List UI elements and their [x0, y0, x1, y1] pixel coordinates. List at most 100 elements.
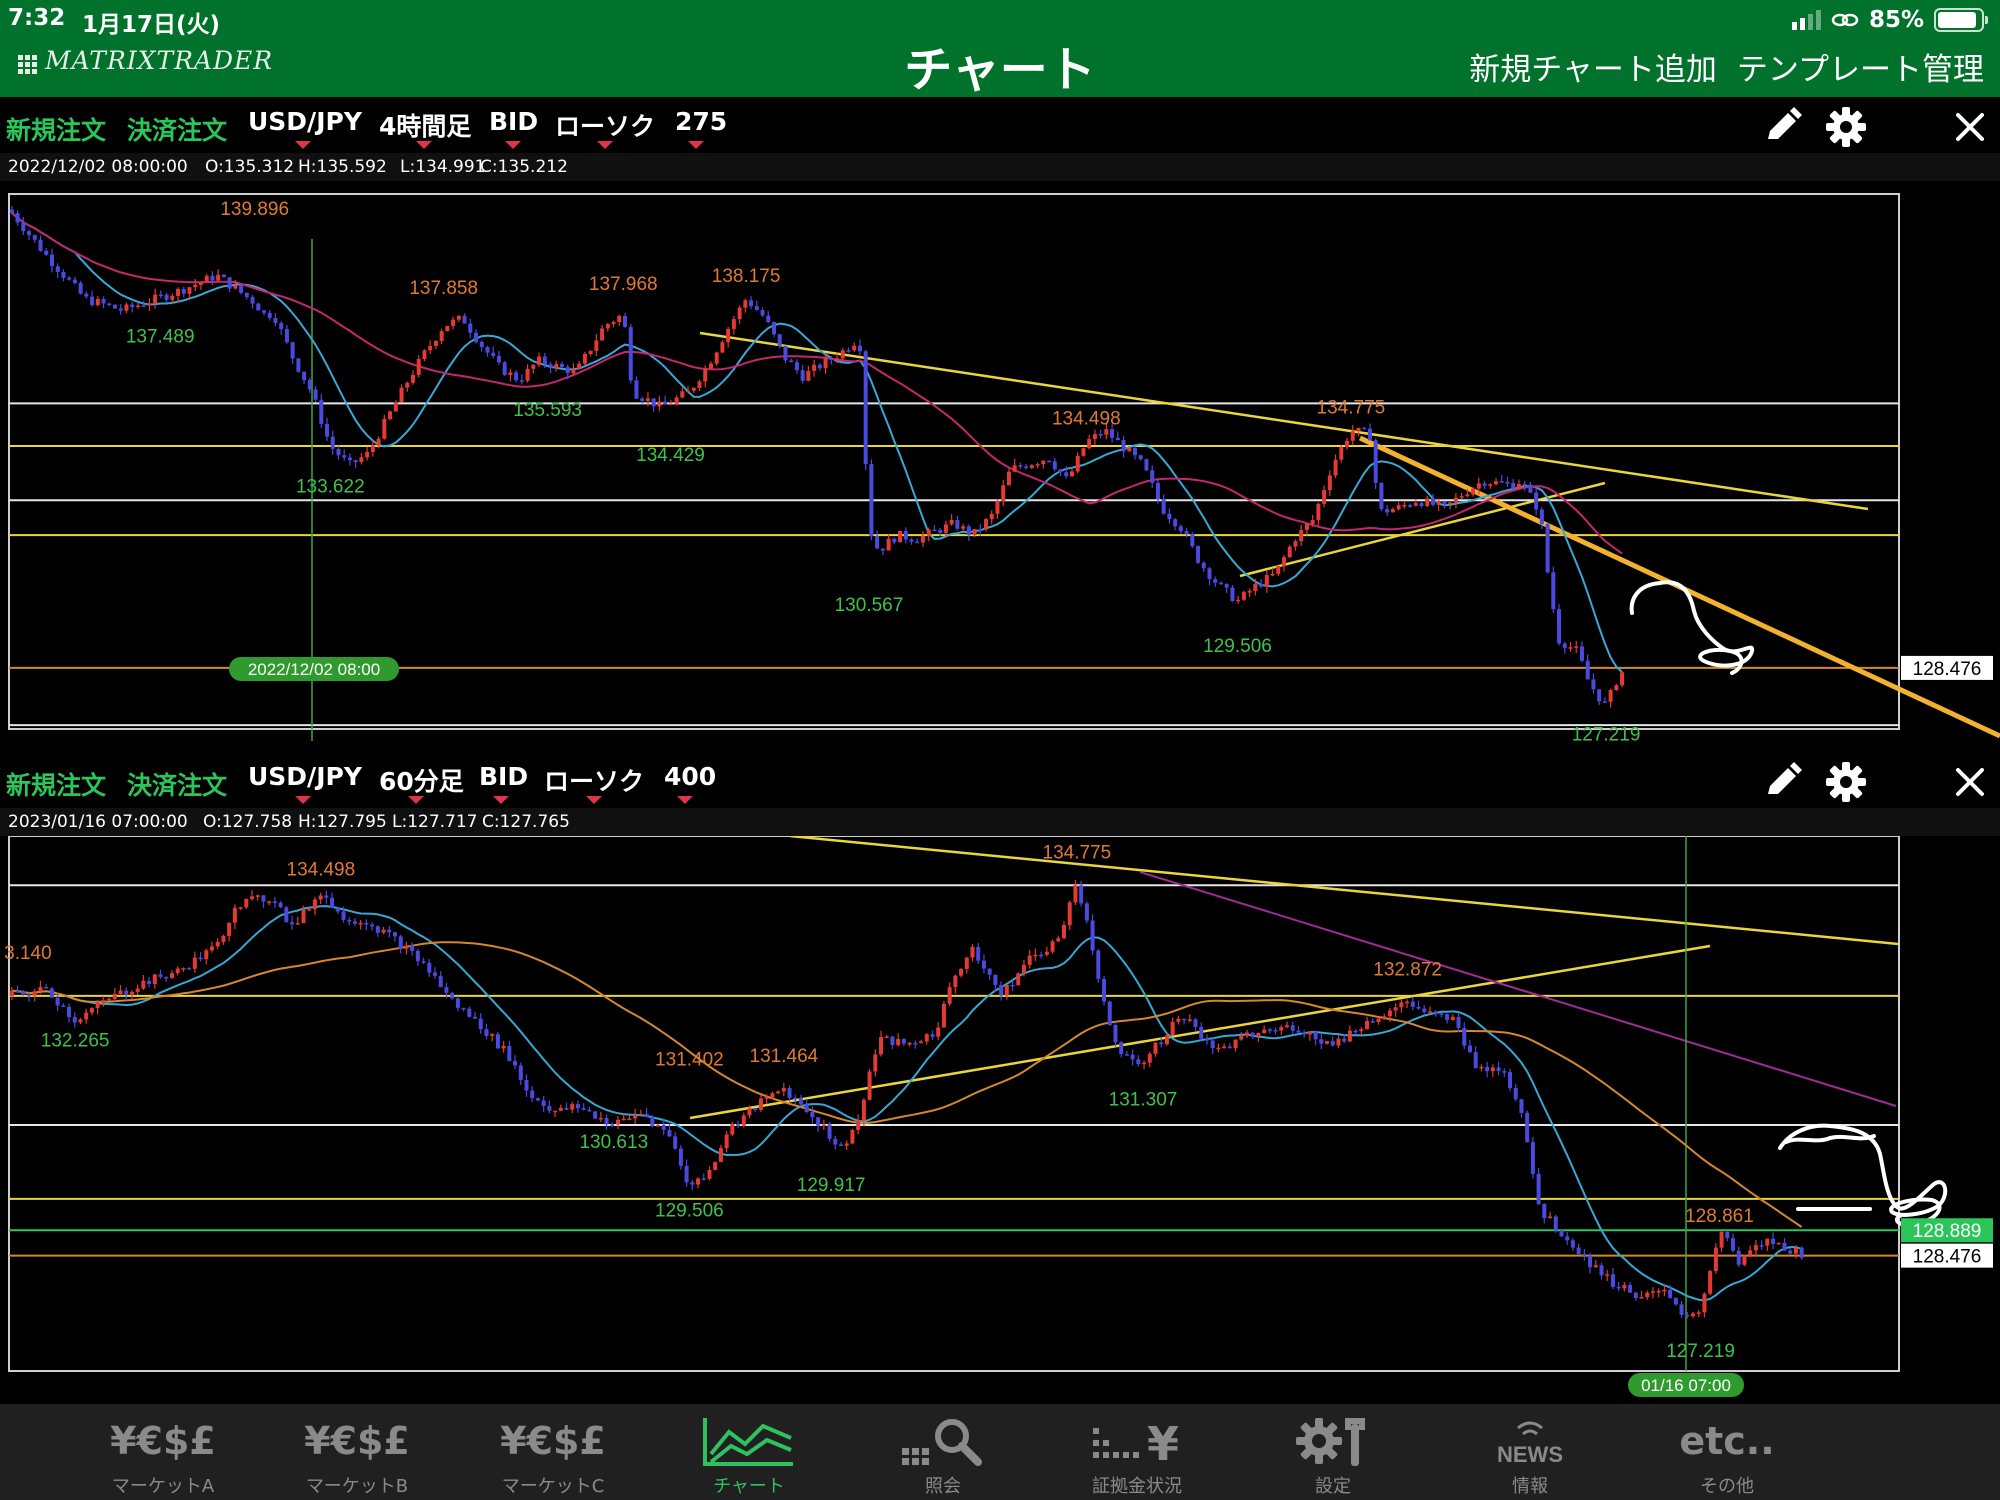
candle-body	[1505, 482, 1510, 484]
timeframe-selector[interactable]: 60分足	[379, 762, 464, 798]
tab-9[interactable]: etc.. その他	[1647, 1404, 1807, 1500]
candle-body	[1370, 1020, 1375, 1023]
candle-body	[1410, 1001, 1415, 1007]
candle-body	[1633, 1292, 1638, 1299]
pencil-icon[interactable]	[1760, 105, 1804, 149]
price-chart-4h[interactable]: 139.896 137.858 137.968 138.175 134.498 134.7…	[0, 181, 2000, 752]
candle-body	[170, 295, 175, 300]
candle-body	[903, 530, 908, 540]
candle-body	[495, 1034, 500, 1049]
close-icon[interactable]	[1948, 105, 1992, 149]
new-order-button[interactable]: 新規注文	[6, 111, 106, 147]
candle-body	[896, 1039, 901, 1046]
candle-body	[38, 987, 43, 992]
status-indicators: 85%	[1791, 4, 1988, 36]
candle-body	[623, 315, 628, 328]
candle-body	[547, 1106, 552, 1111]
price-chart-60m[interactable]: 3.140 134.498 131.402 131.464 134.775 132.872…	[0, 836, 2000, 1404]
candle-body	[686, 390, 691, 393]
tab-5[interactable]: 照会	[863, 1404, 1023, 1500]
bar-count-selector[interactable]: 400	[664, 762, 716, 791]
candle-body	[718, 1148, 723, 1162]
template-manage-button[interactable]: テンプレート管理	[1737, 44, 1984, 89]
candle-body	[1113, 1024, 1118, 1043]
gear-icon[interactable]	[1824, 760, 1868, 804]
candle-body	[1516, 484, 1521, 489]
tab-1[interactable]: ¥€$£ マーケットA	[83, 1404, 243, 1500]
candle-body	[187, 968, 192, 970]
candle-body	[27, 231, 32, 236]
new-order-button[interactable]: 新規注文	[6, 766, 106, 802]
moving-average-line	[11, 212, 1623, 673]
tab-8[interactable]: NEWS 情報	[1450, 1404, 1610, 1500]
chart-toolbar: 新規注文 決済注文 USD/JPY 60分足 BID ローソク 400	[0, 752, 2000, 808]
candle-body	[370, 924, 375, 927]
swing-low-label: 130.567	[835, 595, 904, 616]
candle-body	[273, 317, 278, 324]
close-icon[interactable]	[1948, 760, 1992, 804]
candle-body	[1551, 572, 1556, 610]
candle-body	[445, 325, 450, 332]
candle-body	[118, 990, 123, 995]
candle-body	[720, 342, 725, 353]
candle-body	[783, 345, 788, 361]
candle-body	[1144, 459, 1149, 471]
candle-body	[1542, 1203, 1547, 1218]
candle-body	[255, 895, 260, 897]
candle-body	[1073, 885, 1078, 903]
candle-body	[341, 911, 346, 920]
candle-body	[1067, 902, 1072, 926]
price-type-selector[interactable]: BID	[479, 762, 528, 791]
candle-body	[943, 524, 948, 533]
candle-body	[1176, 1018, 1181, 1022]
bar-count-dropdown-icon	[688, 141, 704, 149]
tab-7[interactable]: 設定	[1253, 1404, 1413, 1500]
currency-icon: ¥€$£	[110, 1419, 216, 1463]
bar-count-selector[interactable]: 275	[675, 107, 727, 136]
swing-high-label: 131.464	[750, 1046, 819, 1067]
settle-order-button[interactable]: 決済注文	[127, 111, 227, 147]
ohlc-datetime: 2023/01/16 07:00:00	[8, 812, 188, 832]
candle-body	[703, 368, 708, 382]
tab-2[interactable]: ¥€$£ マーケットB	[277, 1404, 437, 1500]
candle-body	[84, 1012, 89, 1020]
ohlc-open: O:127.758	[203, 812, 293, 832]
add-chart-button[interactable]: 新規チャート追加	[1469, 44, 1717, 89]
timeframe-dropdown-icon	[416, 141, 432, 149]
candle-body	[656, 1125, 661, 1127]
candle-body	[1302, 1032, 1307, 1035]
candle-body	[295, 923, 300, 925]
price-type-selector[interactable]: BID	[489, 107, 538, 136]
tab-3[interactable]: ¥€$£ マーケットC	[473, 1404, 633, 1500]
tab-6[interactable]: ¥ 証拠金状況	[1057, 1404, 1217, 1500]
pair-selector[interactable]: USD/JPY	[248, 762, 362, 791]
candle-body	[1138, 455, 1143, 460]
gear-icon[interactable]	[1824, 105, 1868, 149]
candle-body	[1519, 1099, 1524, 1113]
candle-body	[1425, 498, 1430, 507]
pencil-icon[interactable]	[1760, 760, 1804, 804]
candle-body	[749, 300, 754, 307]
chart-type-selector[interactable]: ローソク	[544, 762, 644, 798]
status-time: 7:32	[8, 5, 66, 31]
candle-body	[1336, 1038, 1341, 1046]
candle-body	[158, 294, 163, 297]
tab-label: 情報	[1512, 1476, 1548, 1497]
tab-label: 設定	[1315, 1476, 1351, 1497]
candle-body	[1061, 925, 1066, 939]
swing-high-label: 134.498	[287, 859, 356, 880]
candle-body	[175, 968, 180, 974]
settle-order-button[interactable]: 決済注文	[127, 766, 227, 802]
pair-selector[interactable]: USD/JPY	[248, 107, 362, 136]
candle-body	[67, 277, 72, 280]
candle-body	[1121, 440, 1126, 452]
tab-4[interactable]: チャート	[669, 1404, 829, 1500]
timeframe-selector[interactable]: 4時間足	[379, 107, 471, 143]
chart-type-selector[interactable]: ローソク	[555, 107, 655, 143]
candle-body	[610, 1124, 615, 1126]
candle-body	[376, 438, 381, 446]
candle-body	[789, 360, 794, 363]
candle-body	[530, 1090, 535, 1099]
candle-body	[267, 901, 272, 903]
candle-body	[38, 239, 43, 251]
